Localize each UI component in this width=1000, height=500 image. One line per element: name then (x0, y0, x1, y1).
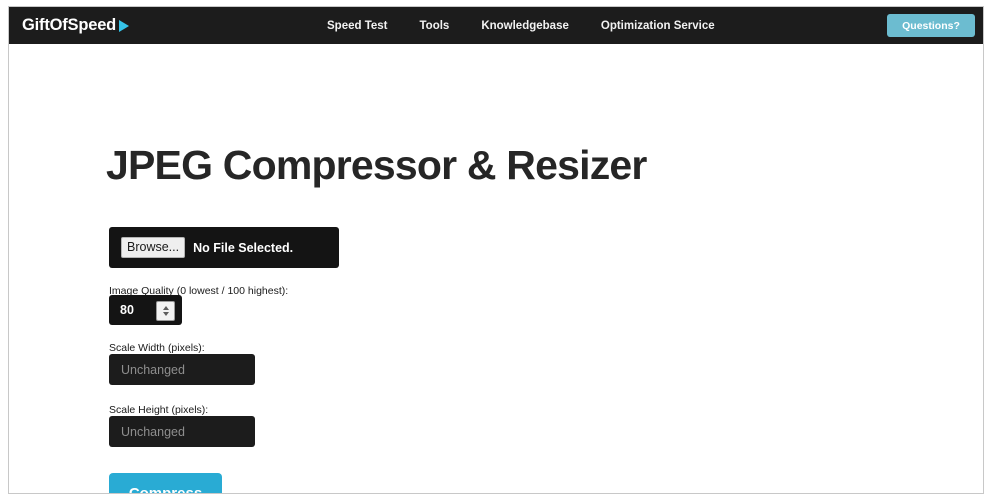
page-title: JPEG Compressor & Resizer (106, 142, 647, 188)
scale-width-input[interactable] (109, 354, 255, 385)
compress-button[interactable]: Compress (109, 473, 222, 493)
spinner-up-arrow-icon[interactable] (162, 306, 169, 310)
main-content: JPEG Compressor & Resizer Browse... No F… (9, 44, 983, 493)
site-header: GiftOfSpeed Speed Test Tools Knowledgeba… (9, 7, 983, 44)
brand-name: GiftOfSpeed (22, 16, 117, 34)
nav-item-tools[interactable]: Tools (420, 20, 450, 33)
number-spinner-icon[interactable] (156, 301, 175, 321)
browser-page-frame: GiftOfSpeed Speed Test Tools Knowledgeba… (8, 6, 984, 494)
image-quality-input[interactable] (120, 303, 154, 317)
spinner-down-arrow-icon[interactable] (162, 312, 169, 316)
nav-item-optimization-service[interactable]: Optimization Service (601, 20, 715, 33)
image-quality-input-wrapper[interactable] (109, 295, 182, 325)
questions-button[interactable]: Questions? (887, 14, 975, 37)
main-navigation: Speed Test Tools Knowledgebase Optimizat… (327, 20, 715, 33)
scale-height-input[interactable] (109, 416, 255, 447)
image-quality-label-hint: (0 lowest / 100 highest): (176, 285, 289, 297)
nav-item-speed-test[interactable]: Speed Test (327, 20, 388, 33)
brand-logo[interactable]: GiftOfSpeed (22, 16, 130, 34)
file-status-text: No File Selected. (193, 240, 294, 255)
nav-item-knowledgebase[interactable]: Knowledgebase (481, 20, 569, 33)
play-triangle-icon (119, 19, 130, 32)
file-upload-field[interactable]: Browse... No File Selected. (109, 227, 339, 268)
browse-button[interactable]: Browse... (121, 237, 186, 258)
scale-width-label: Scale Width (pixels): (109, 342, 205, 354)
scale-height-label: Scale Height (pixels): (109, 404, 209, 416)
